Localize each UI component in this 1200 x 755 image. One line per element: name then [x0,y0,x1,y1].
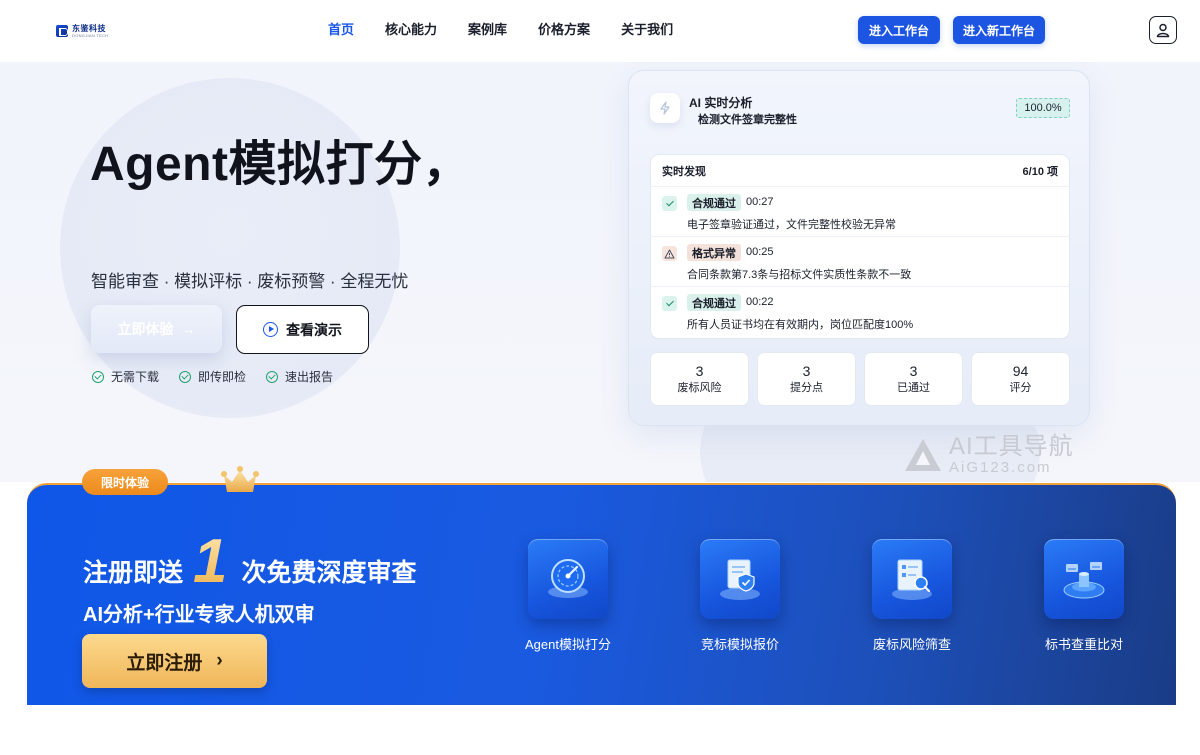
stat-risk: 3 废标风险 [650,352,749,406]
hero-subtitle: 智能审查 · 模拟评标 · 废标预警 · 全程无忧 [91,272,409,291]
hero-section: Agent模拟打分， 智能审查 · 模拟评标 · 废标预警 · 全程无忧 立即体… [0,62,1200,482]
nav-item-pricing[interactable]: 价格方案 [538,20,590,40]
try-now-button[interactable]: 立即体验 → [91,305,222,353]
findings-panel: 实时发现 6/10 项 合规通过 00:27 电子签章验证通过，文件完整性校验无… [650,154,1070,339]
register-now-label: 立即注册 [126,652,203,674]
feature-list: 无需下载 即传即检 速出报告 [92,368,333,385]
stats-row: 3 废标风险 3 提分点 3 已通过 94 评分 [650,352,1070,406]
feature-item: 速出报告 [266,368,333,385]
user-icon [1156,23,1170,38]
warning-icon [662,246,677,261]
main-menu: 首页 核心能力 案例库 价格方案 关于我们 [328,20,704,40]
checklist-search-icon [872,539,952,619]
finding-desc: 电子签章验证通过，文件完整性校验无异常 [687,219,896,231]
promo-banner: 注册即送 1 次免费深度审查 AI分析+行业专家人机双审 立即注册 › Agen… [27,483,1176,705]
crown-icon [221,466,259,492]
arrow-right-icon: → [181,321,196,337]
analysis-subtitle: 检测文件签章完整性 [698,114,797,126]
finding-time: 00:27 [746,196,774,208]
promo-subtitle: AI分析+行业专家人机双审 [83,604,315,626]
register-now-button[interactable]: 立即注册 › [82,634,267,688]
analysis-progress-badge: 100.0% [1016,98,1070,118]
check-circle-icon [266,370,279,383]
watermark-text: AI工具导航 [949,433,1074,460]
finding-tag: 合规通过 [687,194,741,211]
data-platform-icon [1044,539,1124,619]
check-icon [662,296,677,311]
finding-time: 00:25 [746,246,774,258]
tool-list: Agent模拟打分 竞标模拟报价 废标风险筛查 标书查重比对 [482,539,1170,653]
top-nav: 东鉴科技 DONGJIAN TECH 首页 核心能力 案例库 价格方案 关于我们… [0,0,1200,62]
feature-item: 即传即检 [179,368,246,385]
analysis-title: AI 实时分析 [689,96,753,110]
enter-new-workbench-button[interactable]: 进入新工作台 [953,16,1045,44]
lightning-icon [650,93,680,123]
play-circle-icon [263,322,278,337]
tool-duplicate-check[interactable]: 标书查重比对 [998,539,1170,653]
finding-tag: 格式异常 [687,244,741,261]
hero-title: Agent模拟打分， [90,138,471,191]
nav-item-about[interactable]: 关于我们 [621,20,673,40]
finding-desc: 所有人员证书均在有效期内，岗位匹配度100% [687,319,914,331]
stat-passed: 3 已通过 [864,352,963,406]
view-demo-button[interactable]: 查看演示 [236,305,369,354]
logo-name-cn: 东鉴科技 [72,23,106,33]
finding-item: 合规通过 00:22 所有人员证书均在有效期内，岗位匹配度100% [651,287,1069,337]
watermark: AI工具导航 AiG123.com [903,434,1074,476]
ai-analysis-card: AI 实时分析 检测文件签章完整性 100.0% 实时发现 6/10 项 合规通… [628,70,1090,426]
try-now-label: 立即体验 [117,321,174,337]
nav-item-home[interactable]: 首页 [328,20,354,40]
tool-bid-quote[interactable]: 竞标模拟报价 [654,539,826,653]
stat-score: 94 评分 [971,352,1070,406]
limited-offer-badge: 限时体验 [82,469,168,495]
tool-risk-screening[interactable]: 废标风险筛查 [826,539,998,653]
finding-time: 00:22 [746,296,774,308]
check-circle-icon [92,370,104,383]
findings-title: 实时发现 [662,165,706,178]
promo-title: 注册即送 1 次免费深度审查 [83,527,417,596]
user-account-button[interactable] [1149,16,1177,44]
feature-item: 无需下载 [92,368,159,385]
watermark-url: AiG123.com [949,459,1052,476]
view-demo-label: 查看演示 [286,321,342,338]
nav-item-cases[interactable]: 案例库 [468,20,507,40]
findings-count: 6/10 项 [1022,165,1058,178]
watermark-logo-icon [905,439,941,471]
enter-workbench-button[interactable]: 进入工作台 [858,16,940,44]
logo[interactable]: 东鉴科技 DONGJIAN TECH [56,22,109,40]
finding-tag: 合规通过 [687,294,741,311]
stat-improvement: 3 提分点 [757,352,856,406]
tool-agent-scoring[interactable]: Agent模拟打分 [482,539,654,653]
check-icon [662,196,677,211]
chevron-right-icon: › [216,650,223,671]
finding-desc: 合同条款第7.3条与招标文件实质性条款不一致 [687,269,912,281]
finding-item: 格式异常 00:25 合同条款第7.3条与招标文件实质性条款不一致 [651,237,1069,287]
document-shield-icon [700,539,780,619]
logo-mark-icon [56,25,68,37]
finding-item: 合规通过 00:27 电子签章验证通过，文件完整性校验无异常 [651,187,1069,237]
promo-number: 1 [193,527,228,596]
check-circle-icon [179,370,192,383]
radar-gauge-icon [528,539,608,619]
logo-name-en: DONGJIAN TECH [72,32,109,38]
nav-item-capabilities[interactable]: 核心能力 [385,20,437,40]
